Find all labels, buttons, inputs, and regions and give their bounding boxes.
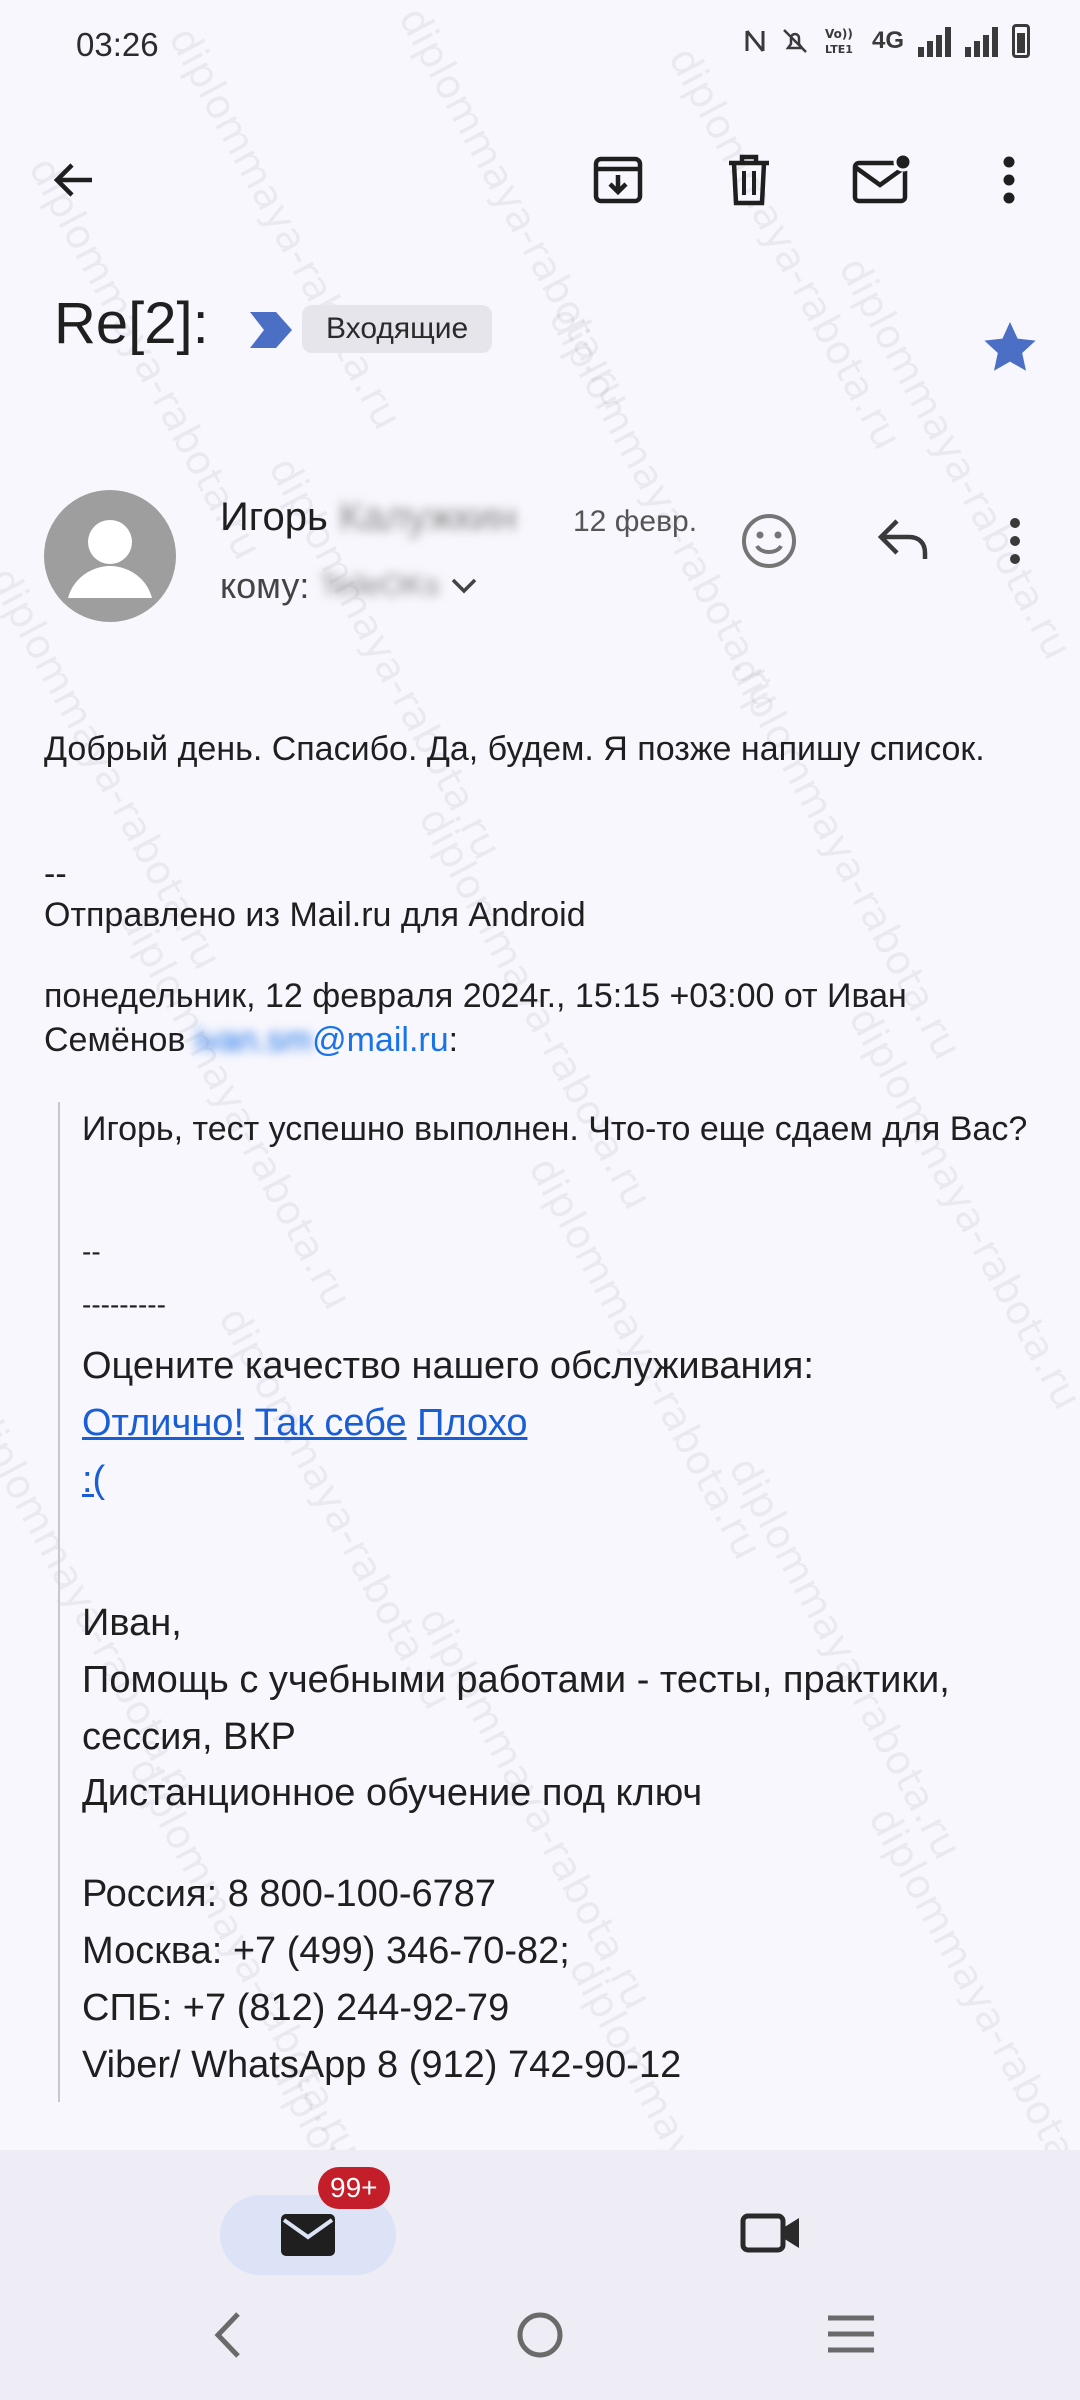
status-bar: 03:26 Vo)) LTE1 4G: [0, 0, 1080, 90]
mark-unread-icon: [852, 153, 913, 204]
video-camera-icon: [740, 2213, 799, 2253]
to-label: кому:: [220, 565, 310, 606]
star-icon[interactable]: [982, 320, 1038, 374]
rating-link-excellent[interactable]: Отлично!: [82, 1402, 244, 1444]
rating-link-bad[interactable]: Плохо: [417, 1402, 527, 1444]
signature-dashes: --: [44, 855, 67, 893]
sender-last-name-redacted: Калужкин: [338, 495, 517, 539]
phone-viber-whatsapp: Viber/ WhatsApp 8 (912) 742-90-12: [82, 2044, 682, 2086]
signature-name: Иван,: [82, 1602, 182, 1644]
rating-link-bad-face-text[interactable]: :(: [82, 1459, 105, 1501]
phone-russia: Россия: 8 800-100-6787: [82, 1873, 497, 1915]
rating-link-so-so[interactable]: Так себе: [255, 1402, 407, 1444]
quote-header: понедельник, 12 февраля 2024г., 15:15 +0…: [44, 974, 1044, 1062]
nfc-icon: [745, 30, 765, 52]
battery-icon: [1012, 24, 1030, 58]
quoted-dashes: --: [82, 1236, 101, 1267]
quoted-separator: ---------: [82, 1289, 166, 1320]
recipients-toggle[interactable]: кому: TeileOKs: [220, 565, 479, 607]
quote-divider: [58, 1102, 60, 2102]
chevron-down-icon: [452, 578, 477, 594]
quote-email-redacted: ivan.sm: [194, 1021, 313, 1059]
system-navigation-bar: [0, 2310, 1080, 2400]
reply-icon[interactable]: [875, 515, 931, 563]
sender-first-name: Игорь: [220, 495, 328, 539]
rating-prompt: Оцените качество нашего обслуживания:: [82, 1345, 814, 1387]
mark-unread-button[interactable]: [850, 148, 914, 212]
system-back-icon[interactable]: [210, 2310, 246, 2360]
rating-link-bad-face[interactable]: :(: [82, 1452, 1052, 1509]
phone-moscow: Москва: +7 (499) 346-70-82;: [82, 1930, 570, 1972]
quote-header-text: понедельник, 12 февраля 2024г., 15:15 +0…: [44, 977, 907, 1059]
nav-meet-tab[interactable]: [740, 2210, 802, 2261]
more-vert-icon: [1003, 156, 1015, 204]
sent-from-line: Отправлено из Mail.ru для Android: [44, 896, 586, 934]
email-toolbar: [0, 120, 1080, 240]
signal-icon: [918, 25, 951, 57]
message-more-icon[interactable]: [1005, 515, 1025, 567]
system-recents-icon[interactable]: [826, 2314, 876, 2354]
bottom-navigation: 99+: [0, 2150, 1080, 2400]
recipient-redacted: TeileOKs: [319, 569, 440, 602]
inbox-label-chip[interactable]: Входящие: [302, 305, 493, 353]
rating-links: Отлично! Так себе Плохо: [82, 1395, 1052, 1452]
quoted-message-text: Игорь, тест успешно выполнен. Что-то еще…: [82, 1110, 1028, 1148]
back-arrow-icon: [53, 163, 92, 197]
important-label-icon: [250, 312, 292, 348]
emoji-reaction-icon[interactable]: [740, 512, 798, 570]
email-body-text: Добрый день. Спасибо. Да, будем. Я позже…: [44, 730, 985, 768]
delete-button[interactable]: [717, 148, 781, 212]
archive-button[interactable]: [586, 148, 650, 212]
mail-icon: [281, 2214, 335, 2256]
sender-avatar[interactable]: [44, 490, 176, 622]
person-icon: [68, 520, 152, 598]
email-date: 12 февр.: [573, 505, 698, 538]
more-options-button[interactable]: [977, 148, 1041, 212]
status-time: 03:26: [76, 26, 159, 63]
signal-icon: [965, 25, 998, 57]
watermark-text: diplommaya-rabota.ru: [829, 250, 1080, 668]
back-button[interactable]: [42, 148, 106, 212]
mute-icon: [783, 29, 807, 53]
quote-colon: :: [448, 1021, 459, 1059]
signature-tagline: Дистанционное обучение под ключ: [82, 1772, 703, 1814]
archive-icon: [593, 156, 643, 204]
unread-count-badge: 99+: [318, 2167, 390, 2209]
email-subject: Re[2]:: [54, 291, 209, 356]
svg-text:Vo)): Vo)): [825, 27, 853, 41]
svg-text:LTE1: LTE1: [825, 43, 853, 56]
signature-services: Помощь с учебными работами - тесты, прак…: [82, 1659, 950, 1758]
volte-icon: Vo)) LTE1: [825, 27, 853, 56]
status-icons: Vo)) LTE1 4G: [744, 24, 1030, 58]
watermark-text: diplommaya-rabota.ru: [659, 40, 911, 458]
delete-icon: [729, 154, 769, 206]
sender-name[interactable]: Игорь Калужкин: [220, 495, 517, 540]
network-type: 4G: [871, 27, 904, 54]
system-home-icon[interactable]: [515, 2310, 565, 2360]
quote-email-link[interactable]: @mail.ru: [312, 1021, 449, 1059]
phone-spb: СПБ: +7 (812) 244-92-79: [82, 1987, 510, 2029]
